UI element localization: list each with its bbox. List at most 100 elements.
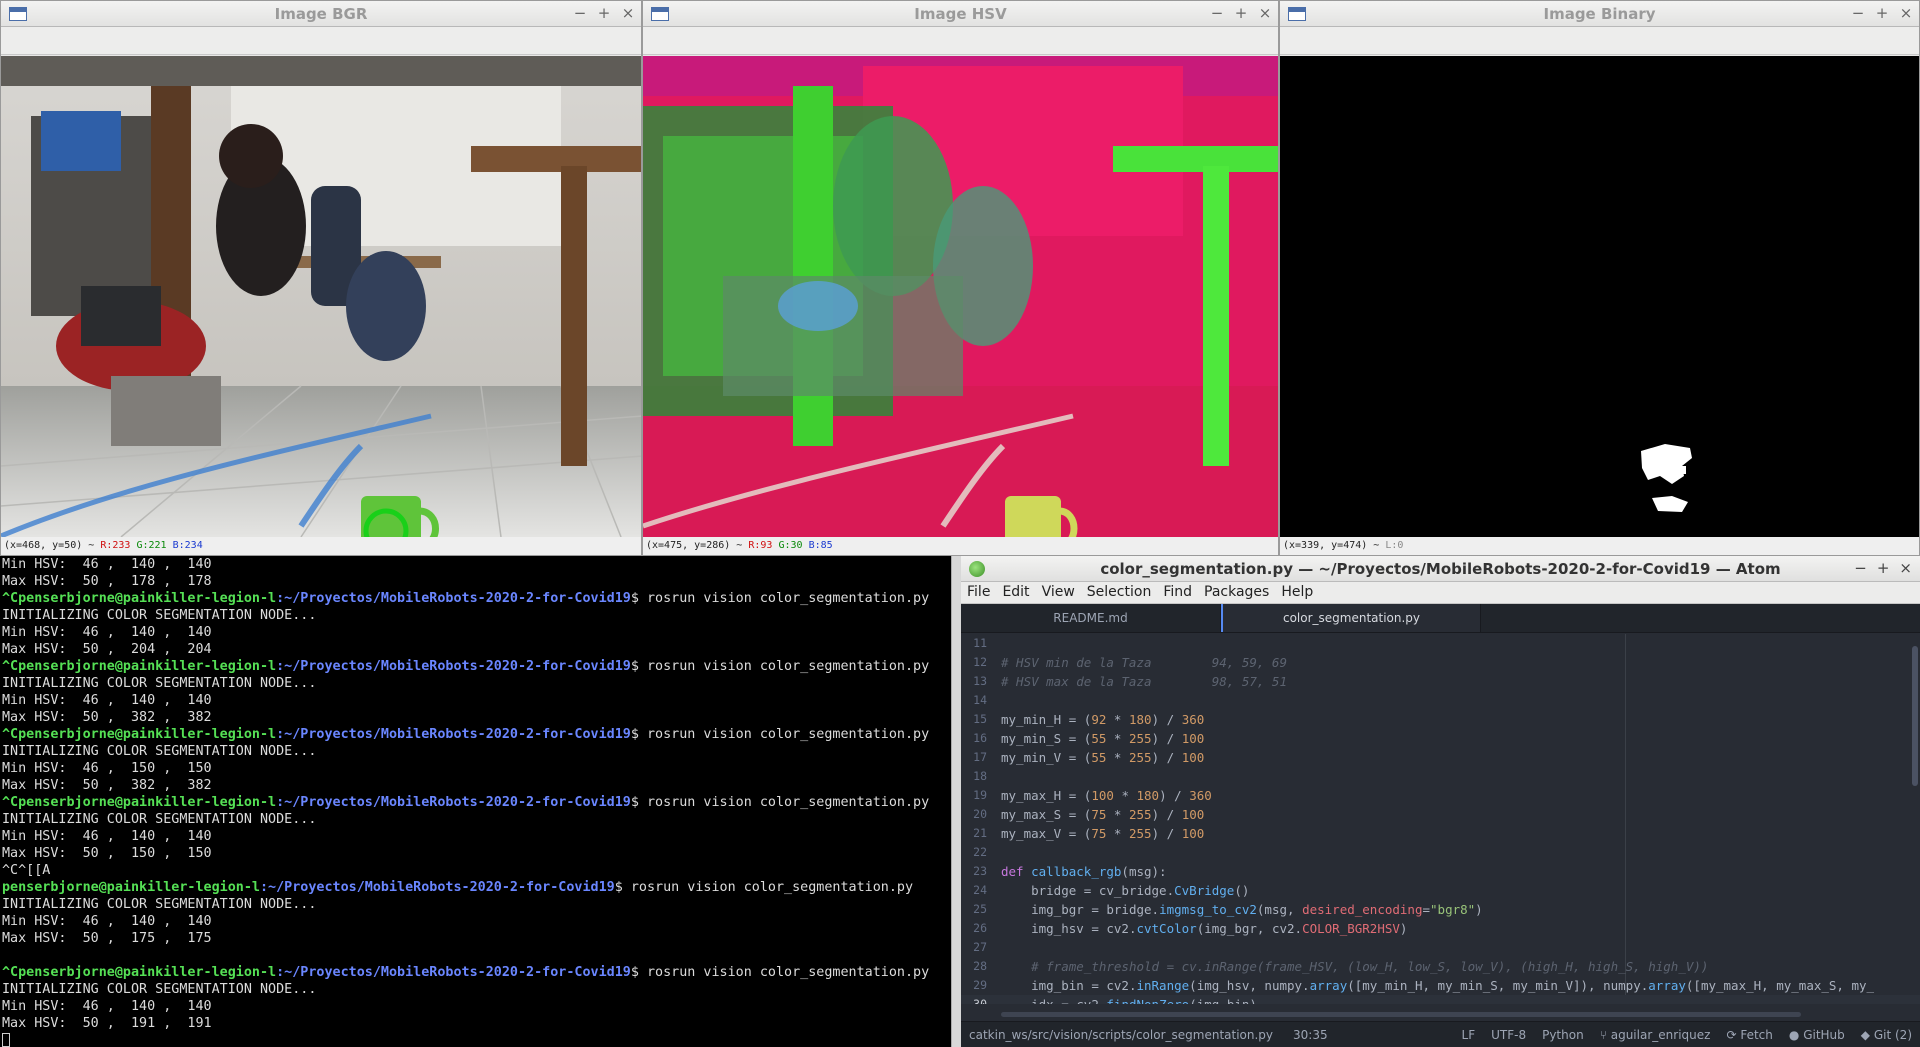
code-line[interactable]: 15 my_min_H = (92 * 180) / 360 — [961, 710, 1920, 729]
terminal-line: Min HSV: 46 , 140 , 140 — [2, 625, 212, 640]
fetch-button[interactable]: ⟳ Fetch — [1726, 1028, 1772, 1042]
code-line[interactable]: 26 img_hsv = cv2.cvtColor(img_bgr, cv2.C… — [961, 919, 1920, 938]
grammar[interactable]: Python — [1542, 1028, 1584, 1042]
tab-color-segmentation-py[interactable]: color_segmentation.py — [1221, 604, 1481, 632]
code-line[interactable]: 13 # HSV max de la Taza 98, 57, 51 — [961, 672, 1920, 691]
github-button[interactable]: ● GitHub — [1789, 1028, 1845, 1042]
code-line[interactable]: 23 def callback_rgb(msg): — [961, 862, 1920, 881]
terminal-line — [0, 1032, 951, 1047]
terminal-cursor — [2, 1033, 10, 1047]
prompt-user: ^Cpenserbjorne@painkiller-legion-l — [2, 591, 277, 606]
terminal-line: Min HSV: 46 , 140 , 140 — [2, 693, 212, 708]
atom-editor-window: color_segmentation.py — ~/Proyectos/Mobi… — [961, 556, 1920, 1047]
line-ending[interactable]: LF — [1462, 1028, 1476, 1042]
code-line[interactable]: 25 img_bgr = bridge.imgmsg_to_cv2(msg, d… — [961, 900, 1920, 919]
terminal-line: ^Cpenserbjorne@painkiller-legion-l:~/Pro… — [0, 794, 951, 811]
pane-divider[interactable] — [951, 556, 961, 1047]
close-button[interactable]: × — [621, 4, 635, 22]
code-line[interactable]: 30 idx = cv2.findNonZero(img_bin) — [961, 995, 1920, 1004]
tab-bar: README.md color_segmentation.py — [961, 604, 1920, 633]
prompt-command: $ rosrun vision color_segmentation.py — [630, 727, 930, 742]
prompt-path: :~/Proyectos/MobileRobots-2020-2-for-Cov… — [276, 965, 631, 980]
maximize-button[interactable]: + — [1875, 4, 1889, 22]
hsv-image[interactable] — [643, 56, 1278, 537]
code-text: my_min_S = (55 * 255) / 100 — [1001, 731, 1205, 746]
menu-item-selection[interactable]: Selection — [1081, 582, 1158, 603]
close-button[interactable]: × — [1899, 4, 1913, 22]
prompt-user: ^Cpenserbjorne@painkiller-legion-l — [2, 965, 277, 980]
code-line[interactable]: 18 — [961, 767, 1920, 786]
cursor-position[interactable]: 30:35 — [1293, 1028, 1328, 1042]
titlebar[interactable]: color_segmentation.py — ~/Proyectos/Mobi… — [961, 556, 1920, 582]
image-bgr-window: Image BGR − + × (x=468, y=50) ~ R:233 G:… — [0, 0, 642, 556]
menu-item-packages[interactable]: Packages — [1198, 582, 1275, 603]
terminal-line: Max HSV: 50 , 175 , 175 — [2, 931, 212, 946]
code-line[interactable]: 17 my_min_V = (55 * 255) / 100 — [961, 748, 1920, 767]
branch-name: aguilar_enriquez — [1610, 1027, 1711, 1042]
bgr-image[interactable] — [1, 56, 641, 537]
prompt-path: :~/Proyectos/MobileRobots-2020-2-for-Cov… — [276, 591, 631, 606]
code-line[interactable]: 16 my_min_S = (55 * 255) / 100 — [961, 729, 1920, 748]
menu-item-find[interactable]: Find — [1157, 582, 1198, 603]
terminal-line: INITIALIZING COLOR SEGMENTATION NODE... — [2, 897, 317, 912]
code-line[interactable]: 20 my_max_S = (75 * 255) / 100 — [961, 805, 1920, 824]
maximize-button[interactable]: + — [1234, 4, 1248, 22]
encoding[interactable]: UTF-8 — [1491, 1028, 1526, 1042]
titlebar[interactable]: Image Binary − + × — [1280, 1, 1919, 27]
terminal-line: ^Cpenserbjorne@painkiller-legion-l:~/Pro… — [0, 726, 951, 743]
git-label: Git (2) — [1873, 1027, 1912, 1042]
blue-value: B:85 — [808, 540, 833, 551]
code-line[interactable]: 19 my_max_H = (100 * 180) / 360 — [961, 786, 1920, 805]
minimize-button[interactable]: − — [1851, 4, 1865, 22]
code-line[interactable]: 14 — [961, 691, 1920, 710]
line-number: 23 — [973, 864, 987, 878]
tab-readme-md[interactable]: README.md — [961, 604, 1221, 632]
terminal-line: ^C^[[A — [2, 863, 51, 878]
code-text: # frame_threshold = cv.inRange(frame_HSV… — [1031, 959, 1709, 974]
code-text: my_min_H = (92 * 180) / 360 — [1001, 712, 1205, 727]
prompt-user: ^Cpenserbjorne@painkiller-legion-l — [2, 795, 277, 810]
git-button[interactable]: ◆ Git (2) — [1861, 1028, 1912, 1042]
menu-item-file[interactable]: File — [961, 582, 996, 603]
close-button[interactable]: × — [1258, 4, 1272, 22]
binary-image[interactable] — [1280, 56, 1919, 537]
code-line[interactable]: 24 bridge = cv_bridge.CvBridge() — [961, 881, 1920, 900]
pixel-status: (x=475, y=286) ~ R:93 G:30 B:85 — [643, 537, 1278, 555]
vertical-scrollbar[interactable] — [1912, 646, 1918, 786]
terminal-line: Max HSV: 50 , 382 , 382 — [2, 710, 212, 725]
code-line[interactable]: 21 my_max_V = (75 * 255) / 100 — [961, 824, 1920, 843]
minimize-button[interactable]: − — [1210, 4, 1224, 22]
menu-item-help[interactable]: Help — [1275, 582, 1319, 603]
titlebar[interactable]: Image BGR − + × — [1, 1, 641, 27]
horizontal-scrollbar[interactable] — [1001, 1012, 1801, 1017]
minimize-button[interactable]: − — [1854, 559, 1867, 577]
git-branch[interactable]: ⑂ aguilar_enriquez — [1600, 1028, 1711, 1042]
prompt-path: :~/Proyectos/MobileRobots-2020-2-for-Cov… — [276, 727, 631, 742]
code-line[interactable]: 27 — [961, 938, 1920, 957]
minimize-button[interactable]: − — [573, 4, 587, 22]
menu-item-view[interactable]: View — [1036, 582, 1081, 603]
close-button[interactable]: × — [1899, 559, 1912, 577]
maximize-button[interactable]: + — [597, 4, 611, 22]
terminal-line: INITIALIZING COLOR SEGMENTATION NODE... — [2, 982, 317, 997]
code-line[interactable]: 28 # frame_threshold = cv.inRange(frame_… — [961, 957, 1920, 976]
window-icon — [651, 6, 669, 21]
sync-icon: ⟳ — [1726, 1027, 1737, 1042]
code-editor[interactable]: 11 12 # HSV min de la Taza 94, 59, 69 13 # H… — [961, 634, 1920, 1004]
file-path[interactable]: catkin_ws/src/vision/scripts/color_segme… — [969, 1028, 1273, 1042]
code-line[interactable]: 22 — [961, 843, 1920, 862]
code-line[interactable]: 12 # HSV min de la Taza 94, 59, 69 — [961, 653, 1920, 672]
terminal[interactable]: Min HSV: 46 , 140 , 140 Max HSV: 50 , 178… — [0, 556, 951, 1047]
code-text: img_bgr = bridge.imgmsg_to_cv2(msg, desi… — [1001, 902, 1483, 917]
code-line[interactable]: 11 — [961, 634, 1920, 653]
window-title: color_segmentation.py — ~/Proyectos/Mobi… — [1100, 559, 1781, 578]
code-text: my_max_H = (100 * 180) / 360 — [1001, 788, 1212, 803]
code-line[interactable]: 29 img_bin = cv2.inRange(img_hsv, numpy.… — [961, 976, 1920, 995]
menu-item-edit[interactable]: Edit — [996, 582, 1035, 603]
titlebar[interactable]: Image HSV − + × — [643, 1, 1278, 27]
maximize-button[interactable]: + — [1877, 559, 1890, 577]
binary-mask-image — [1280, 56, 1919, 537]
